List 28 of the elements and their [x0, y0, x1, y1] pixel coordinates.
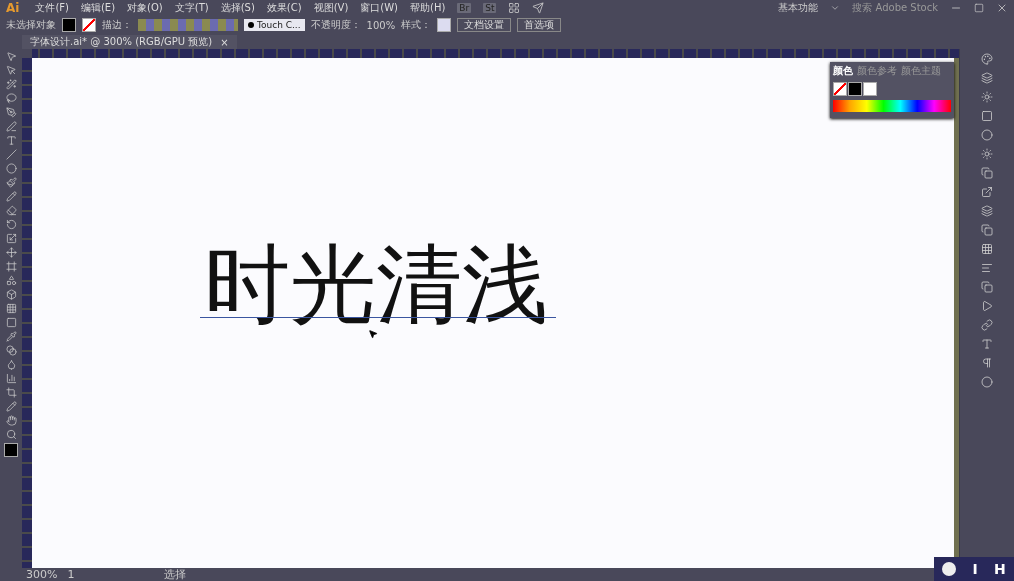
menu-item[interactable]: 选择(S) [220, 1, 255, 15]
menu-item[interactable]: 文字(T) [174, 1, 209, 15]
key-label: I [972, 561, 978, 577]
menu-item[interactable]: 文件(F) [35, 1, 69, 15]
menu-item[interactable]: 窗口(W) [360, 1, 398, 15]
current-tool: 选择 [164, 567, 187, 581]
style-label: 样式： [401, 18, 432, 32]
menu-item[interactable]: 效果(C) [266, 1, 302, 15]
zoom-level[interactable]: 300% [26, 568, 58, 581]
menu-item[interactable]: 编辑(E) [80, 1, 116, 15]
opacity-label: 不透明度： [310, 18, 361, 32]
canvas-text: 时光清浅 [204, 241, 548, 327]
brush-field[interactable]: Touch C... [244, 19, 305, 31]
menu-item[interactable]: 对象(O) [127, 1, 163, 15]
document-tab[interactable]: 字体设计.ai* @ 300% (RGB/GPU 预览) × [22, 35, 237, 49]
artboard-number[interactable]: 1 [67, 568, 75, 581]
opacity-value[interactable]: 100% [366, 19, 396, 31]
stroke-label: 描边： [102, 18, 132, 32]
menu-item[interactable]: 视图(V) [313, 1, 349, 15]
selection-label: 未选择对象 [6, 18, 56, 32]
app-logo: Ai [6, 1, 20, 15]
panel-tab[interactable]: 颜色 [833, 64, 853, 78]
workspace-switcher[interactable]: 基本功能 [778, 1, 819, 15]
key-label: H [994, 561, 1006, 577]
toolbar-button[interactable]: 首选项 [517, 18, 562, 32]
toolbar-button[interactable]: 文档设置 [457, 18, 512, 32]
menu-item[interactable]: 帮助(H) [410, 1, 446, 15]
close-tab-button[interactable]: × [220, 36, 229, 48]
